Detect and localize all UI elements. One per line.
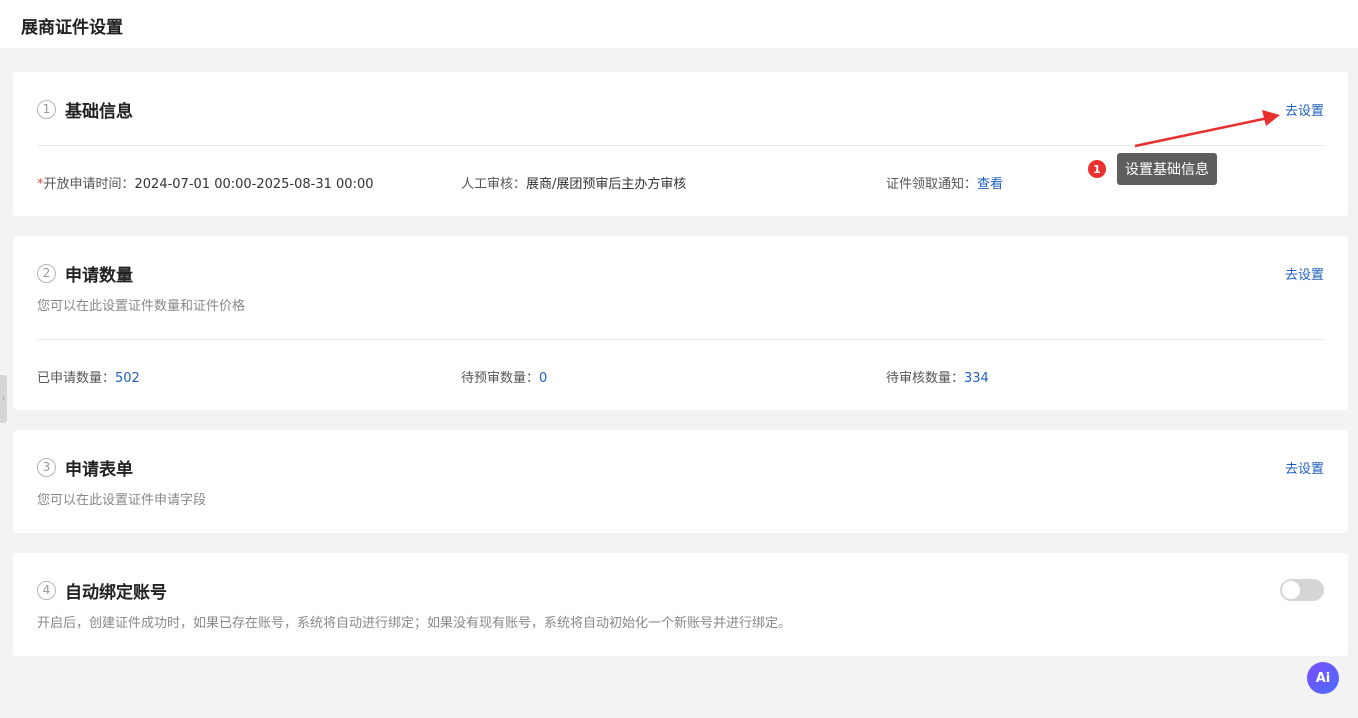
pre-review-count-field: 待预审数量：0	[461, 367, 547, 386]
review-count-field: 待审核数量：334	[886, 367, 989, 386]
pickup-notice-field: 证件领取通知：查看	[886, 173, 1003, 192]
basic-info-title: 基础信息	[65, 101, 133, 122]
apply-quantity-header: 2 申请数量	[37, 261, 133, 286]
chevron-left-icon[interactable]: ‹	[0, 375, 7, 423]
apply-form-set-link[interactable]: 去设置	[1285, 458, 1324, 477]
applied-count-label: 已申请数量：	[37, 371, 116, 386]
basic-info-header: 1 基础信息	[37, 97, 133, 122]
header-bar: 展商证件设置	[0, 0, 1358, 48]
divider	[37, 339, 1324, 340]
ai-assistant-button[interactable]: Ai	[1307, 662, 1339, 694]
review-count-value[interactable]: 334	[964, 371, 989, 386]
step-number-3: 3	[37, 457, 56, 477]
auto-bind-title: 自动绑定账号	[65, 582, 167, 603]
apply-form-description: 您可以在此设置证件申请字段	[37, 493, 207, 508]
applied-count-value[interactable]: 502	[115, 371, 140, 386]
step-number-4: 4	[37, 580, 56, 600]
applied-count-field: 已申请数量：502	[37, 367, 140, 386]
divider	[37, 145, 1324, 146]
page-title: 展商证件设置	[21, 18, 123, 38]
basic-info-set-link[interactable]: 去设置	[1285, 100, 1324, 119]
pickup-notice-view-link[interactable]: 查看	[977, 177, 1003, 192]
apply-quantity-card: 2 申请数量 去设置 您可以在此设置证件数量和证件价格 已申请数量：502 待预…	[13, 236, 1348, 410]
apply-form-title: 申请表单	[65, 459, 133, 480]
apply-time-field: *开放申请时间：2024-07-01 00:00-2025-08-31 00:0…	[37, 173, 374, 192]
step-number-1: 1	[37, 99, 56, 119]
auto-bind-description: 开启后，创建证件成功时，如果已存在账号，系统将自动进行绑定；如果没有现有账号，系…	[37, 616, 792, 631]
toggle-knob	[1282, 581, 1300, 599]
pre-review-count-label: 待预审数量：	[461, 371, 540, 386]
apply-quantity-description: 您可以在此设置证件数量和证件价格	[37, 299, 246, 314]
manual-review-label: 人工审核：	[461, 177, 527, 192]
apply-time-value: 2024-07-01 00:00-2025-08-31 00:00	[134, 177, 374, 192]
apply-quantity-set-link[interactable]: 去设置	[1285, 264, 1324, 283]
manual-review-field: 人工审核：展商/展团预审后主办方审核	[461, 173, 686, 192]
basic-info-card: 1 基础信息 去设置 *开放申请时间：2024-07-01 00:00-2025…	[13, 72, 1348, 216]
apply-form-card: 3 申请表单 去设置 您可以在此设置证件申请字段	[13, 430, 1348, 533]
manual-review-value: 展商/展团预审后主办方审核	[526, 177, 687, 192]
auto-bind-toggle[interactable]	[1280, 579, 1324, 601]
pickup-notice-label: 证件领取通知：	[886, 177, 978, 192]
apply-time-label: 开放申请时间：	[43, 177, 135, 192]
review-count-label: 待审核数量：	[886, 371, 965, 386]
apply-form-header: 3 申请表单	[37, 455, 133, 480]
auto-bind-header: 4 自动绑定账号	[37, 578, 167, 603]
annotation-badge: 1	[1088, 160, 1106, 178]
annotation-tooltip: 设置基础信息	[1117, 153, 1217, 185]
auto-bind-card: 4 自动绑定账号 开启后，创建证件成功时，如果已存在账号，系统将自动进行绑定；如…	[13, 553, 1348, 656]
pre-review-count-value[interactable]: 0	[539, 371, 547, 386]
apply-quantity-title: 申请数量	[65, 265, 133, 286]
step-number-2: 2	[37, 263, 56, 283]
